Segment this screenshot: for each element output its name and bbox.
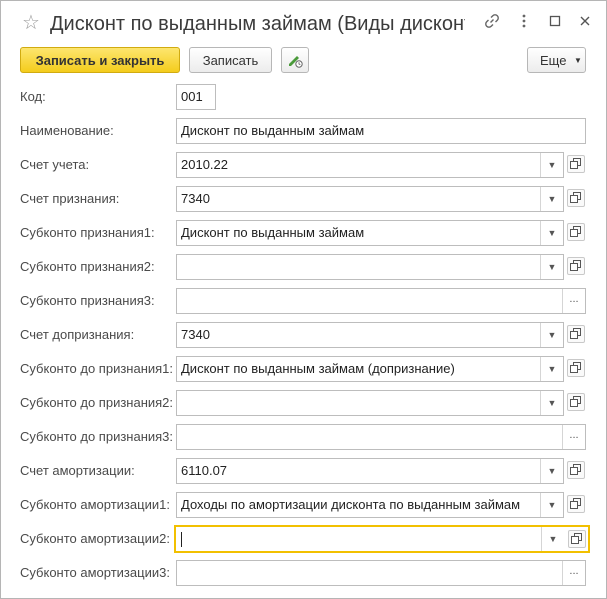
more-label: Еще — [540, 53, 567, 68]
kebab-menu-icon[interactable] — [515, 13, 533, 31]
field-label: Счет амортизации: — [20, 463, 135, 478]
name-row: Наименование: Дисконт по выданным займам — [1, 118, 606, 144]
account-select[interactable]: 6110.07 ▼ — [176, 458, 564, 484]
form-window: ☆ Дисконт по выданным займам (Виды диско… — [0, 0, 607, 599]
title-bar: ☆ Дисконт по выданным займам (Виды диско… — [1, 1, 606, 43]
code-row: Код: 001 — [1, 84, 606, 110]
open-in-window-icon[interactable] — [567, 189, 585, 207]
open-in-window-icon[interactable] — [567, 393, 585, 411]
field-label: Субконто до признания3: — [20, 429, 174, 444]
window-title: Дисконт по выданным займам (Виды дисконт… — [50, 13, 465, 35]
code-label: Код: — [20, 89, 46, 104]
account-select[interactable]: 7340 ▼ — [176, 322, 564, 348]
subconto-choice-input[interactable]: ... — [176, 424, 586, 450]
dropdown-arrow-icon[interactable]: ▼ — [540, 391, 563, 415]
field-row: Субконто амортизации3: ... — [1, 560, 606, 586]
dropdown-arrow-icon[interactable]: ▼ — [540, 153, 563, 177]
text-cursor — [181, 532, 182, 547]
field-row: Субконто амортизации2: ▼ — [1, 525, 606, 553]
field-label: Субконто до признания1: — [20, 361, 174, 376]
field-label: Субконто амортизации2: — [20, 531, 170, 546]
field-row: Субконто до признания2: ▼ — [1, 390, 606, 416]
dropdown-arrow-icon[interactable]: ▼ — [540, 187, 563, 211]
field-row: Субконто признания1: Дисконт по выданным… — [1, 220, 606, 246]
name-value: Дисконт по выданным займам — [181, 123, 365, 138]
choice-button[interactable]: ... — [562, 561, 585, 585]
code-input[interactable]: 001 — [176, 84, 216, 110]
save-and-close-button[interactable]: Записать и закрыть — [20, 47, 180, 73]
subconto-select-focused[interactable]: ▼ — [174, 525, 590, 553]
command-bar: Записать и закрыть Записать Еще ▼ — [1, 47, 606, 77]
dropdown-arrow-icon[interactable]: ▼ — [540, 357, 563, 381]
open-in-window-icon[interactable] — [567, 495, 585, 513]
field-value: 2010.22 — [181, 157, 228, 172]
open-in-window-icon[interactable] — [567, 155, 585, 173]
field-label: Счет допризнания: — [20, 327, 135, 342]
dropdown-arrow-icon[interactable]: ▼ — [541, 527, 564, 551]
dropdown-arrow-icon[interactable]: ▼ — [540, 493, 563, 517]
maximize-icon[interactable] — [546, 13, 564, 31]
field-label: Субконто до признания2: — [20, 395, 174, 410]
field-label: Субконто признания2: — [20, 259, 155, 274]
field-value: 7340 — [181, 327, 210, 342]
edit-history-button[interactable] — [281, 47, 309, 73]
field-row: Счет амортизации: 6110.07 ▼ — [1, 458, 606, 484]
open-in-window-icon[interactable] — [567, 325, 585, 343]
field-row: Счет признания: 7340 ▼ — [1, 186, 606, 212]
field-label: Субконто признания1: — [20, 225, 155, 240]
field-row: Субконто амортизации1: Доходы по амортиз… — [1, 492, 606, 518]
open-in-window-icon[interactable] — [568, 530, 586, 548]
field-row: Субконто признания3: ... — [1, 288, 606, 314]
field-value: 7340 — [181, 191, 210, 206]
field-label: Субконто признания3: — [20, 293, 155, 308]
open-in-window-icon[interactable] — [567, 223, 585, 241]
subconto-select[interactable]: Доходы по амортизации дисконта по выданн… — [176, 492, 564, 518]
field-value: Дисконт по выданным займам (допризнание) — [181, 361, 455, 376]
choice-button[interactable]: ... — [562, 289, 585, 313]
dropdown-arrow-icon[interactable]: ▼ — [540, 255, 563, 279]
dropdown-arrow-icon[interactable]: ▼ — [540, 221, 563, 245]
more-button[interactable]: Еще ▼ — [527, 47, 586, 73]
open-in-window-icon[interactable] — [567, 359, 585, 377]
field-row: Счет допризнания: 7340 ▼ — [1, 322, 606, 348]
field-label: Субконто амортизации1: — [20, 497, 170, 512]
subconto-select[interactable]: Дисконт по выданным займам ▼ — [176, 220, 564, 246]
dropdown-arrow-icon[interactable]: ▼ — [540, 323, 563, 347]
open-in-window-icon[interactable] — [567, 257, 585, 275]
field-value: Дисконт по выданным займам — [181, 225, 365, 240]
name-input[interactable]: Дисконт по выданным займам — [176, 118, 586, 144]
subconto-select[interactable]: Дисконт по выданным займам (допризнание)… — [176, 356, 564, 382]
link-icon[interactable] — [483, 13, 501, 31]
code-value: 001 — [181, 89, 203, 104]
open-in-window-icon[interactable] — [567, 461, 585, 479]
subconto-choice-input[interactable]: ... — [176, 560, 586, 586]
subconto-select[interactable]: ▼ — [176, 254, 564, 280]
subconto-select[interactable]: ▼ — [176, 390, 564, 416]
account-select[interactable]: 7340 ▼ — [176, 186, 564, 212]
subconto-choice-input[interactable]: ... — [176, 288, 586, 314]
save-button[interactable]: Записать — [189, 47, 272, 73]
choice-button[interactable]: ... — [562, 425, 585, 449]
account-select[interactable]: 2010.22 ▼ — [176, 152, 564, 178]
field-label: Субконто амортизации3: — [20, 565, 170, 580]
field-row: Субконто признания2: ▼ — [1, 254, 606, 280]
field-label: Счет признания: — [20, 191, 120, 206]
dropdown-arrow-icon[interactable]: ▼ — [540, 459, 563, 483]
field-row: Счет учета: 2010.22 ▼ — [1, 152, 606, 178]
star-icon[interactable]: ☆ — [22, 13, 40, 33]
field-row: Субконто до признания1: Дисконт по выдан… — [1, 356, 606, 382]
dropdown-arrow-icon: ▼ — [574, 56, 582, 65]
field-row: Субконто до признания3: ... — [1, 424, 606, 450]
name-label: Наименование: — [20, 123, 114, 138]
field-label: Счет учета: — [20, 157, 90, 172]
field-value: Доходы по амортизации дисконта по выданн… — [181, 497, 521, 512]
field-value: 6110.07 — [181, 463, 228, 478]
close-icon[interactable] — [576, 13, 594, 31]
